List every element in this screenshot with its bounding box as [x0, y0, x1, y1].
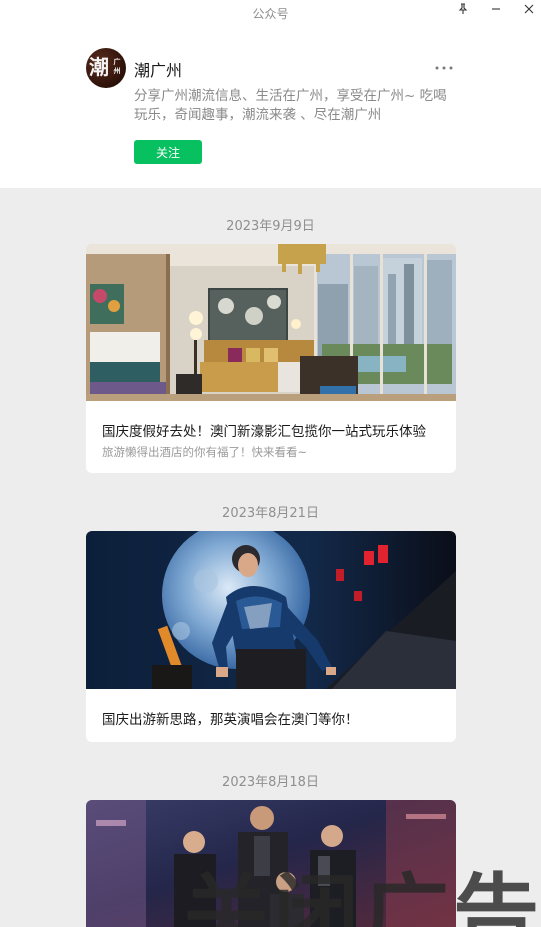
article-date: 2023年9月9日	[226, 219, 315, 234]
minimize-icon[interactable]	[482, 0, 510, 18]
article-image-hotel-room[interactable]	[86, 244, 456, 401]
article-title[interactable]: 国庆出游新思路，那英演唱会在澳门等你！	[102, 708, 442, 728]
follow-button[interactable]: 关注	[134, 140, 202, 164]
article-image-concert-singer[interactable]	[86, 531, 456, 689]
avatar[interactable]: 潮 广州	[86, 48, 126, 88]
article-card[interactable]: 国庆度假好去处！澳门新濠影汇包揽你一站式玩乐体验 旅游懒得出酒店的你有福了！快来…	[86, 244, 456, 473]
account-name[interactable]: 潮广州	[134, 57, 182, 81]
article-date: 2023年8月18日	[222, 775, 319, 790]
pin-icon[interactable]	[449, 0, 477, 18]
title-bar: 公众号	[0, 0, 541, 26]
article-card[interactable]: 国庆出游新思路，那英演唱会在澳门等你！	[86, 531, 456, 742]
article-image-boy-band-stage[interactable]	[86, 800, 456, 927]
account-header: 潮 广州 潮广州 分享广州潮流信息、生活在广州，享受在广州~ 吃喝玩乐，奇闻趣事…	[0, 26, 541, 188]
article-subtitle: 旅游懒得出酒店的你有福了！快来看看~	[102, 445, 308, 459]
article-title[interactable]: 国庆度假好去处！澳门新濠影汇包揽你一站式玩乐体验	[102, 420, 442, 440]
article-date: 2023年8月21日	[222, 506, 319, 521]
more-icon[interactable]	[430, 60, 458, 76]
close-icon[interactable]	[515, 0, 541, 18]
article-card[interactable]	[86, 800, 456, 927]
avatar-text: 潮	[89, 55, 109, 79]
account-description: 分享广州潮流信息、生活在广州，享受在广州~ 吃喝玩乐，奇闻趣事，潮流来袭 、尽在…	[134, 88, 447, 123]
avatar-subtext: 广州	[113, 58, 121, 75]
